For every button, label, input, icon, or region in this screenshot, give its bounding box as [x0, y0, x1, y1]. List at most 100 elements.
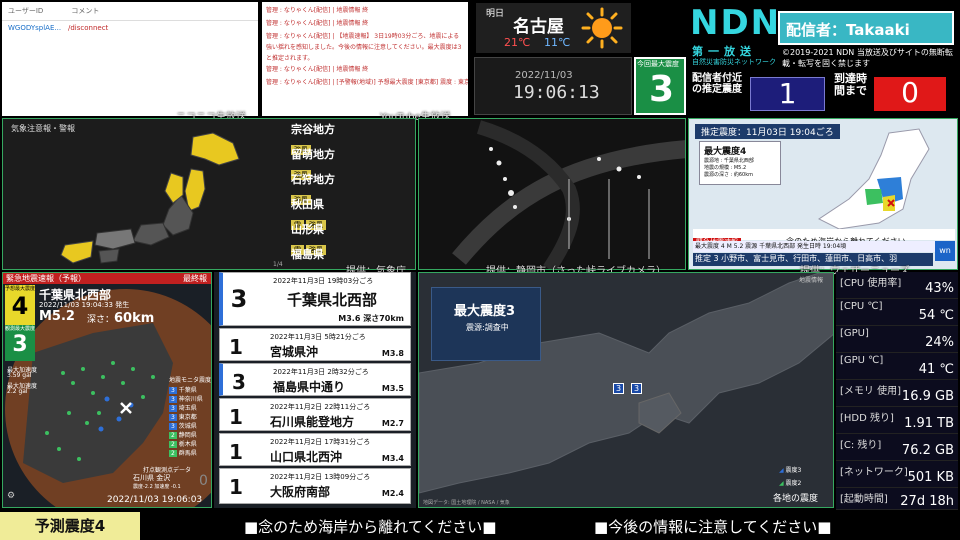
clock-panel: 2022/11/03 19:06:13 — [474, 57, 632, 115]
stat-row: [CPU 使用率] 43% — [836, 272, 958, 299]
quake-marker[interactable]: 3 — [613, 383, 624, 394]
quake-place: 千葉県北西部 — [287, 291, 378, 309]
chat-line: 管理 : なりゃくん[配信] | 【地震速報】 3日19時03分ごろ、地震による… — [266, 33, 462, 62]
quake-intensity: 1 — [229, 335, 243, 359]
warning-region: 留萌地方 強風 — [291, 148, 335, 180]
quake-row[interactable]: 1 2022年11月2日 17時31分ごろ 山口県北西沖 M3.4 — [219, 433, 411, 466]
quake-row[interactable]: 1 2022年11月2日 13時09分ごろ 大阪府南部 M2.4 — [219, 468, 411, 504]
legend-item: ◢ 震度2 — [779, 480, 802, 487]
eew-pga-value: 2.2 gal — [7, 388, 28, 395]
quake-row[interactable]: 3 2022年11月3日 19時03分ごろ 千葉県北西部 M3.6 深さ70km — [219, 272, 411, 326]
weather-widget: 明日 名古屋 21℃ 11℃ — [476, 3, 631, 53]
eew-foot-place: 石川県 金沢 — [133, 474, 171, 482]
warning-region: 秋田県雷強風 — [291, 198, 326, 230]
quake-mag: M2.4 — [381, 489, 404, 498]
quake-time: 2022年11月2日 13時09分ごろ — [270, 473, 371, 481]
clock-date: 2022/11/03 — [515, 70, 573, 81]
max-intensity-box: 今回最大震度 3 — [634, 57, 686, 115]
quake-place: 山口県北西沖 — [270, 450, 343, 464]
eew-header-label: 緊急地震速報（予報） — [6, 274, 86, 283]
eew-panel: 緊急地震速報（予報） 最終報 予想最大震度 4 千葉県北西部 2022/11/0… — [2, 272, 212, 508]
stat-label: [メモリ 使用] — [840, 386, 901, 397]
camera-feed — [452, 120, 685, 269]
stat-row: [HDD 残り] 1.91 TB — [836, 407, 958, 434]
quake-map-card: 最大震度3 震源:調査中 — [431, 287, 541, 361]
quake-intensity: 1 — [229, 475, 243, 499]
quake-place: 大阪府南部 — [270, 485, 331, 499]
chat-line: 管理 : なりゃくん[配信] | [予警報(地域)] 予想最大震度 [東京都] … — [266, 79, 468, 86]
stat-value: 1.91 TB — [904, 416, 954, 431]
arrival-label: 到達時間まで — [834, 72, 867, 97]
quake-place: 石川県能登地方 — [270, 415, 355, 429]
eew-legend-item: 2 静岡県 — [169, 432, 197, 439]
stat-row: [GPU] 24% — [836, 326, 958, 353]
stat-label: [HDD 残り] — [840, 413, 894, 424]
quake-time: 2022年11月2日 22時11分ごろ — [270, 403, 371, 411]
quake-marker[interactable]: 3 — [631, 383, 642, 394]
weathernews-panel: 推定震度：11月03日 19:04ごろ 最大震度4 震源地 : 千葉県北西部 地… — [688, 118, 958, 270]
eew-depth-value: 60km — [114, 311, 155, 326]
quake-mag: M2.7 — [381, 419, 404, 428]
warning-region: 宗谷地方 強風 — [291, 123, 335, 155]
quake-place: 宮城県沖 — [270, 345, 319, 359]
stat-value: 76.2 GB — [901, 443, 954, 458]
quake-row[interactable]: 1 2022年11月2日 22時11分ごろ 石川県能登地方 M2.7 — [219, 398, 411, 431]
eew-timestamp: 2022/11/03 19:06:03 — [107, 495, 203, 505]
quake-map-panel: 地震情報 最大震度3 震源:調査中 3 3 ◢ 震度3 ◢ 震度2 各地の震度 … — [418, 272, 834, 508]
quake-mag: M3.8 — [381, 349, 404, 358]
stat-row: [C: 残り] 76.2 GB — [836, 434, 958, 461]
wn-box-line: 震源の深さ : 約60km — [704, 172, 753, 178]
eew-legend: 地震モニタ震度 3 千葉県 3 神奈川県 3 埼玉県 3 東京都 3 茨城県 2… — [169, 375, 211, 457]
eew-legend-item: 3 埼玉県 — [169, 405, 197, 412]
stat-row: [ネットワーク] 501 KB — [836, 461, 958, 488]
quake-list-panel: 3 2022年11月3日 19時03分ごろ 千葉県北西部 M3.6 深さ70km… — [214, 272, 416, 508]
gear-icon[interactable]: ⚙ — [7, 491, 15, 501]
wn-eew-row1: 最大震度 4 M 5.2 震源 千葉県北西部 発生日時 19:04頃 — [693, 241, 955, 252]
japan-warning-map — [60, 132, 240, 264]
eew-obs-value: 3 — [12, 332, 28, 357]
eew-foot-zero: 0 — [199, 473, 208, 489]
stat-label: [GPU] — [840, 328, 869, 339]
chat-line: 管理 : なりゃくん[配信] | 地震情報 終 — [266, 66, 369, 73]
stat-label: [起動時間] — [840, 494, 888, 505]
stat-label: [C: 残り] — [840, 440, 882, 451]
quake-time: 2022年11月3日 5時21分ごろ — [270, 333, 366, 341]
stat-value: 501 KB — [907, 470, 954, 485]
warning-region-list: 宗谷地方強風 留萌地方強風 石狩地方強風 秋田県雷強風 山形県雷強風 福島県強風 — [291, 121, 401, 269]
eew-legend-item: 3 茨城県 — [169, 423, 197, 430]
quake-row[interactable]: 3 2022年11月3日 2時32分ごろ 福島県中通り M3.5 — [219, 363, 411, 396]
max-intensity-label: 今回最大震度 — [637, 60, 679, 68]
stat-label: [ネットワーク] — [840, 467, 908, 478]
quake-time: 2022年11月2日 17時31分ごろ — [270, 438, 371, 446]
ndn-logo: NDN — [690, 3, 782, 43]
eew-header: 緊急地震速報（予報） 最終報 — [3, 273, 211, 284]
quake-intensity: 3 — [230, 285, 248, 313]
youtube-chat-panel: 管理 : なりゃくん[配信] | 地震情報 終 管理 : なりゃくん[配信] |… — [262, 2, 468, 116]
live-camera-panel — [418, 118, 686, 270]
ticker-message-1: ■念のため海岸から離れてください■ — [244, 518, 497, 536]
stat-row: [CPU ℃] 54 ℃ — [836, 299, 958, 326]
est-intensity-value: 1 — [750, 77, 825, 111]
eew-foot-values: 震度-2.2 加速度 -0.1 — [133, 484, 181, 490]
wn-box-line: 地震の規模 : M5.2 — [704, 165, 747, 171]
weather-city: 名古屋 — [513, 17, 564, 37]
quake-row[interactable]: 1 2022年11月3日 5時21分ごろ 宮城県沖 M3.8 — [219, 328, 411, 361]
stat-row: [起動時間] 27d 18h — [836, 488, 958, 510]
wn-logo-icon: wn — [935, 241, 955, 261]
eew-legend-item: 3 神奈川県 — [169, 396, 203, 403]
chat-row[interactable]: WGODYsplAE... /disconnect — [2, 21, 258, 35]
wn-box-title: 最大震度4 — [704, 147, 747, 157]
chat-line: 管理 : なりゃくん[配信] | 地震情報 終 — [266, 7, 369, 14]
chat-line: 管理 : なりゃくん[配信] | 地震情報 終 — [266, 20, 369, 27]
eew-magnitude: M5.2 — [39, 309, 75, 324]
eew-accel-value: 3.59 gal — [7, 372, 32, 379]
ticker-message-2: ■今後の情報に注意してください■ — [594, 518, 832, 536]
system-stats-panel: [CPU 使用率] 43% [CPU ℃] 54 ℃ [GPU] 24% [GPU ℃… — [836, 272, 958, 510]
niconico-chat-panel: ユーザーID コメント WGODYsplAE... /disconnect — [2, 2, 258, 116]
ndn-copyright: ©2019-2021 NDN 当放送及びサイトの無断転載・転写を固く禁じます — [782, 48, 953, 68]
est-intensity-label: 配信者付近の推定震度 — [692, 73, 742, 95]
warning-region: 石狩地方 強風 — [291, 173, 335, 205]
wn-box-line: 震源地 : 千葉県北西部 — [704, 158, 754, 164]
quake-time: 2022年11月3日 19時03分ごろ — [273, 277, 374, 285]
stat-value: 54 ℃ — [918, 308, 954, 323]
